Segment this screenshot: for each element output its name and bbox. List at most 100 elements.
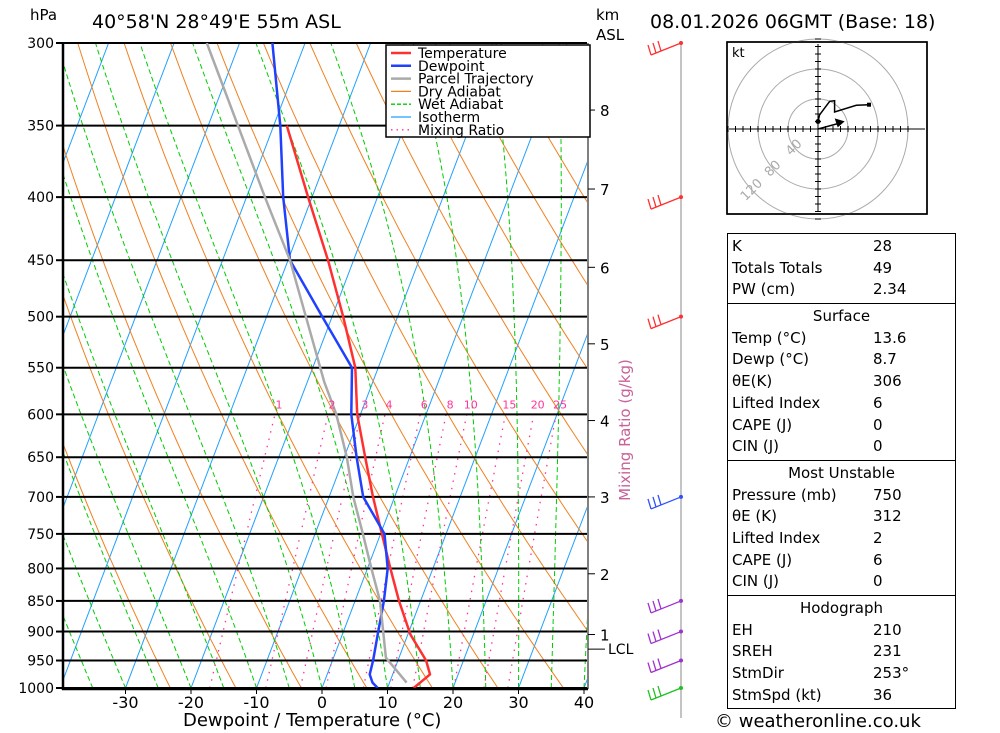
mixing-ratio-line xyxy=(507,414,557,688)
km-tick-label: 3 xyxy=(600,489,610,507)
mixing-ratio-label: 25 xyxy=(553,398,567,411)
x-tick-label: -30 xyxy=(112,693,138,712)
mixing-ratio-label: 10 xyxy=(464,398,478,411)
skewt-chart: 300 350 400 450 500 550 600 650 700 750 800 850 900 9… xyxy=(0,0,1000,733)
isotherm xyxy=(63,43,306,682)
barb-feather xyxy=(647,602,652,614)
wind-barb xyxy=(647,685,683,701)
isotherm xyxy=(63,43,110,165)
temperature-line xyxy=(285,125,432,688)
legend-label: Mixing Ratio xyxy=(418,123,504,139)
surface-section: Surface Temp (°C) 13.6 Dewp (°C) 8.7 θE(K) 30… xyxy=(728,303,955,460)
location-title: 40°58'N 28°49'E 55m ASL xyxy=(92,11,341,33)
isotherm xyxy=(256,43,503,688)
barb-feather xyxy=(657,629,662,640)
mixing-ratio-label: 2 xyxy=(329,398,336,411)
stat-value: 6 xyxy=(873,550,883,569)
barb-shaft xyxy=(650,196,682,210)
wet-adiabat xyxy=(491,43,520,688)
stat-label: EH xyxy=(732,620,753,639)
stat-value: 253° xyxy=(873,664,910,683)
stat-label: CIN (J) xyxy=(732,572,780,591)
stat-value: 0 xyxy=(873,415,883,434)
stat-row: SREH 231 xyxy=(728,641,955,663)
stat-value: 8.7 xyxy=(873,350,897,369)
stat-value: 312 xyxy=(873,507,902,526)
wind-barb xyxy=(647,629,683,645)
barb-shaft xyxy=(650,42,682,56)
barb-feather xyxy=(652,196,657,208)
mixing-ratio-line xyxy=(299,414,362,688)
stat-value: 0 xyxy=(873,437,883,456)
stat-value: 28 xyxy=(873,237,893,255)
parcel-trajectory-line xyxy=(205,43,408,684)
pressure-tick-label: 400 xyxy=(27,190,54,206)
wet-adiabat xyxy=(95,43,323,688)
stat-value: 231 xyxy=(873,642,902,661)
stat-row: StmDir 253° xyxy=(728,663,955,685)
stat-row: Pressure (mb) 750 xyxy=(728,485,955,507)
datetime-title: 08.01.2026 06GMT (Base: 18) xyxy=(650,11,935,33)
barb-dot xyxy=(679,598,683,603)
stat-label: PW (cm) xyxy=(732,280,796,299)
dry-adiabat xyxy=(77,43,368,688)
pressure-tick-label: 600 xyxy=(27,407,54,423)
barb-shaft xyxy=(650,316,682,330)
pressure-tick-label: 750 xyxy=(27,527,54,543)
stat-label: SREH xyxy=(732,642,773,661)
km-tick-label: 2 xyxy=(600,566,610,584)
x-tick-label: 30 xyxy=(508,693,528,712)
pressure-tick-label: 450 xyxy=(27,253,54,269)
lcl-label: LCL xyxy=(608,642,634,658)
pressure-tick-label: 300 xyxy=(27,36,54,52)
stat-row: EH 210 xyxy=(728,620,955,642)
stat-row: Lifted Index 2 xyxy=(728,528,955,550)
hodograph-title: Hodograph xyxy=(799,599,884,617)
stat-label: Lifted Index xyxy=(732,393,821,412)
stat-value: 750 xyxy=(873,485,902,504)
hodograph-unit: kt xyxy=(732,46,745,61)
stats-panel: K 28 Totals Totals 49 PW (cm) 2.34 Surface Te… xyxy=(727,233,956,710)
pressure-tick-label: 950 xyxy=(27,654,54,670)
isotherm xyxy=(452,333,587,688)
barb-dot xyxy=(679,314,683,319)
stat-value: 0 xyxy=(873,572,883,591)
barb-feather xyxy=(657,494,662,506)
stat-label: K xyxy=(732,237,742,255)
mixing-ratio-label: 8 xyxy=(447,398,454,411)
barb-dot xyxy=(679,195,683,200)
stat-value: 49 xyxy=(873,258,893,277)
most-unstable-title: Most Unstable xyxy=(788,463,895,482)
barb-feather xyxy=(652,631,657,642)
stat-row: θE (K) 312 xyxy=(728,506,955,528)
barb-feather xyxy=(657,314,662,325)
barb-feather xyxy=(647,689,652,701)
surface-title: Surface xyxy=(812,307,871,326)
barb-feather xyxy=(652,687,657,699)
dry-adiabat xyxy=(309,43,587,542)
hodograph: 4080120kt xyxy=(726,38,928,220)
stat-label: Temp (°C) xyxy=(732,328,807,347)
barb-shaft xyxy=(650,659,682,674)
mixing-ratio-label: 20 xyxy=(531,398,545,411)
copyright: © weatheronline.co.uk xyxy=(715,711,921,732)
pressure-unit: hPa xyxy=(30,6,57,24)
barb-feather xyxy=(657,598,662,610)
profiles xyxy=(205,43,432,688)
barb-shaft xyxy=(650,630,682,645)
mixing-ratio-line xyxy=(453,414,507,688)
barb-feather xyxy=(647,633,652,644)
barb-feather xyxy=(657,40,662,52)
stat-label: CAPE (J) xyxy=(732,415,793,434)
stat-row: StmSpd (kt) 36 xyxy=(728,685,955,707)
legend: TemperatureDewpointParcel TrajectoryDry … xyxy=(385,44,591,139)
wind-barb xyxy=(647,40,683,56)
wet-adiabat xyxy=(139,43,356,688)
stat-row: Totals Totals 49 xyxy=(728,258,955,280)
barb-feather xyxy=(647,44,652,56)
stat-row: PW (cm) 2.34 xyxy=(728,279,955,301)
stat-label: θE(K) xyxy=(732,372,773,391)
barb-feather xyxy=(657,658,662,669)
pressure-tick-label: 500 xyxy=(27,310,54,326)
barb-feather xyxy=(652,600,657,612)
